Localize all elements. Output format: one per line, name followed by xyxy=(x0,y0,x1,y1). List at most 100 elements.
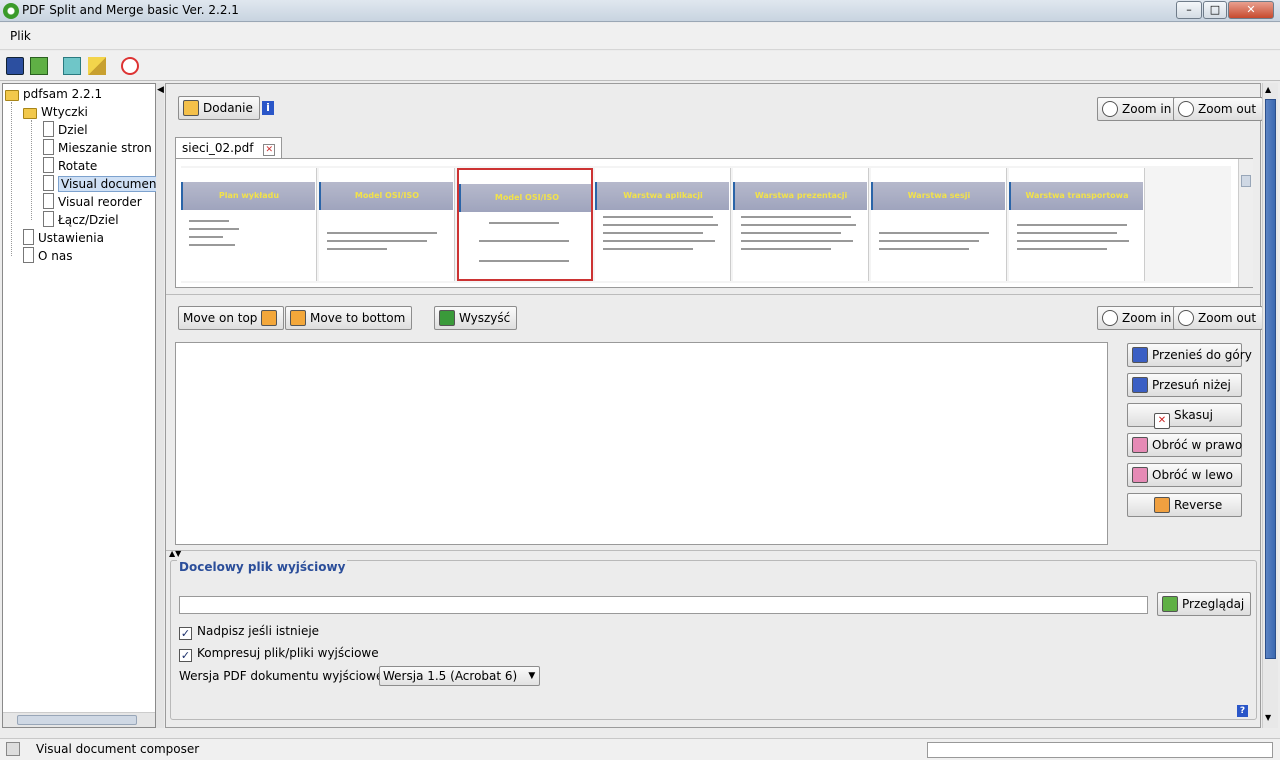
zoom-out-icon xyxy=(1178,101,1194,117)
tree-hscrollbar[interactable] xyxy=(3,712,155,727)
save-icon[interactable] xyxy=(6,57,24,75)
reverse-icon xyxy=(1154,497,1170,513)
move-to-bottom-button[interactable]: Move to bottom xyxy=(285,306,413,330)
tree-item-rotate[interactable]: Rotate xyxy=(43,157,97,175)
rotate-left-button[interactable]: Obróć w lewo xyxy=(1127,463,1242,487)
chevron-down-icon: ▼ xyxy=(528,671,536,681)
output-group: Docelowy plik wyjściowy Przeglądaj ✓ Nadp… xyxy=(170,560,1257,720)
toolbar xyxy=(0,51,1280,81)
move-up-button[interactable]: Przenieś do góry xyxy=(1127,343,1252,367)
vertical-splitter[interactable]: ◀ xyxy=(156,83,164,728)
exit-icon[interactable] xyxy=(121,57,139,75)
add-icon xyxy=(183,100,199,116)
delete-button[interactable]: ✕ Skasuj xyxy=(1127,403,1242,429)
collapse-left-icon[interactable]: ◀ xyxy=(157,85,164,95)
add-button[interactable]: Dodanie xyxy=(178,96,260,120)
splitter-arrows-icon[interactable]: ▲▼ xyxy=(169,549,181,558)
tree-item-split[interactable]: Dziel xyxy=(43,121,88,139)
arrow-down-icon xyxy=(1132,377,1148,393)
clean-icon[interactable] xyxy=(88,57,106,75)
zoom-in-icon xyxy=(1102,310,1118,326)
compress-checkbox[interactable]: ✓ Kompresuj plik/pliki wyjściowe xyxy=(179,646,379,662)
zoom-in-icon xyxy=(1102,101,1118,117)
page-thumbnail[interactable]: Warstwa prezentacji xyxy=(733,168,869,281)
delete-icon: ✕ xyxy=(1154,413,1170,429)
move-on-top-button[interactable]: Move on top xyxy=(178,306,285,330)
page-thumbnail[interactable]: Plan wykładu xyxy=(181,168,317,281)
scroll-thumb[interactable] xyxy=(1241,175,1251,187)
status-text: Visual document composer xyxy=(36,742,200,756)
close-tab-icon[interactable]: ✕ xyxy=(263,144,276,156)
page-thumbnail[interactable]: Model OSI/ISO xyxy=(319,168,455,281)
status-bar: Visual document composer xyxy=(0,738,1280,760)
document-icon xyxy=(23,247,34,263)
tab-file[interactable]: sieci_02.pdf ✕ xyxy=(175,137,283,159)
version-select[interactable]: Wersja 1.5 (Acrobat 6) ▼ xyxy=(379,666,541,686)
menu-file[interactable]: Plik xyxy=(10,29,31,43)
close-button[interactable]: ✕ xyxy=(1228,1,1274,19)
menu-bar: Plik xyxy=(0,23,1280,50)
scroll-down-icon[interactable]: ▼ xyxy=(1265,713,1271,722)
help-icon[interactable]: ? xyxy=(1237,705,1248,717)
open-folder-icon[interactable] xyxy=(30,57,48,75)
minimize-button[interactable]: – xyxy=(1176,1,1202,19)
tree-about[interactable]: O nas xyxy=(23,247,72,265)
thumbnail-scrollbar[interactable] xyxy=(1238,159,1253,287)
move-down-button[interactable]: Przesuń niżej xyxy=(1127,373,1242,397)
rotate-right-button[interactable]: Obróć w prawo xyxy=(1127,433,1242,457)
page-thumbnail[interactable]: Warstwa sesji xyxy=(871,168,1007,281)
page-thumbnail-selected[interactable]: Model OSI/ISO xyxy=(457,168,593,281)
move-bottom-icon xyxy=(290,310,306,326)
folder-icon xyxy=(5,90,19,101)
tree-root[interactable]: pdfsam 2.2.1 xyxy=(5,85,102,103)
tree-item-visual-reorder[interactable]: Visual reorder xyxy=(43,193,142,211)
main-vscrollbar[interactable]: ▲ ▼ xyxy=(1262,83,1278,728)
scroll-thumb[interactable] xyxy=(17,715,137,725)
app-icon xyxy=(3,3,19,19)
zoom-in-mid-button[interactable]: Zoom in xyxy=(1097,306,1179,330)
folder-icon xyxy=(23,108,37,119)
rotate-right-icon xyxy=(1132,437,1148,453)
overwrite-checkbox[interactable]: ✓ Nadpisz jeśli istnieje xyxy=(179,624,319,640)
tree-item-mix[interactable]: Mieszanie stron xyxy=(43,139,152,157)
horizontal-splitter[interactable]: ▲▼ xyxy=(166,549,1260,558)
document-icon xyxy=(43,157,54,173)
arrow-up-icon xyxy=(1132,347,1148,363)
thumbnail-strip: Plan wykładu Model OSI/ISO Model OSI/ISO… xyxy=(181,166,1231,283)
document-icon xyxy=(43,175,54,191)
zoom-out-mid-button[interactable]: Zoom out xyxy=(1173,306,1264,330)
tree-plugins[interactable]: Wtyczki xyxy=(23,103,88,121)
open-folder-icon xyxy=(1162,596,1178,612)
version-label: Wersja PDF dokumentu wyjściowego: xyxy=(179,669,403,683)
scroll-thumb[interactable] xyxy=(1265,99,1276,659)
zoom-out-top-button[interactable]: Zoom out xyxy=(1173,97,1264,121)
keyboard-icon xyxy=(6,742,20,756)
output-legend: Docelowy plik wyjściowy xyxy=(177,560,348,574)
clear-button[interactable]: Wyszyść xyxy=(434,306,518,330)
info-icon[interactable]: i xyxy=(262,101,274,115)
clear-icon xyxy=(439,310,455,326)
output-path-input[interactable] xyxy=(179,596,1148,614)
document-icon xyxy=(43,193,54,209)
tree-item-visual-document[interactable]: Visual document xyxy=(43,175,165,193)
browse-button[interactable]: Przeglądaj xyxy=(1157,592,1252,616)
progress-bar xyxy=(927,742,1273,758)
composer-area[interactable] xyxy=(175,342,1108,545)
window-title: PDF Split and Merge basic Ver. 2.2.1 xyxy=(22,3,239,17)
maximize-button[interactable]: □ xyxy=(1203,1,1227,19)
title-bar: PDF Split and Merge basic Ver. 2.2.1 – □… xyxy=(0,0,1280,22)
tree-settings[interactable]: Ustawienia xyxy=(23,229,104,247)
document-icon xyxy=(23,229,34,245)
document-icon xyxy=(43,211,54,227)
page-thumbnail[interactable]: Warstwa aplikacji xyxy=(595,168,731,281)
main-panel: Dodanie i Zoom in Zoom out sieci_02.pdf … xyxy=(165,83,1264,728)
zoom-in-top-button[interactable]: Zoom in xyxy=(1097,97,1179,121)
plugin-tree: pdfsam 2.2.1 Wtyczki Dziel Mieszanie str… xyxy=(2,83,165,728)
rotate-left-icon xyxy=(1132,467,1148,483)
tree-item-merge[interactable]: Łącz/Dziel xyxy=(43,211,119,229)
page-thumbnail[interactable]: Warstwa transportowa xyxy=(1009,168,1145,281)
scroll-up-icon[interactable]: ▲ xyxy=(1265,85,1271,94)
environment-icon[interactable] xyxy=(63,57,81,75)
reverse-button[interactable]: Reverse xyxy=(1127,493,1242,517)
document-icon xyxy=(43,121,54,137)
